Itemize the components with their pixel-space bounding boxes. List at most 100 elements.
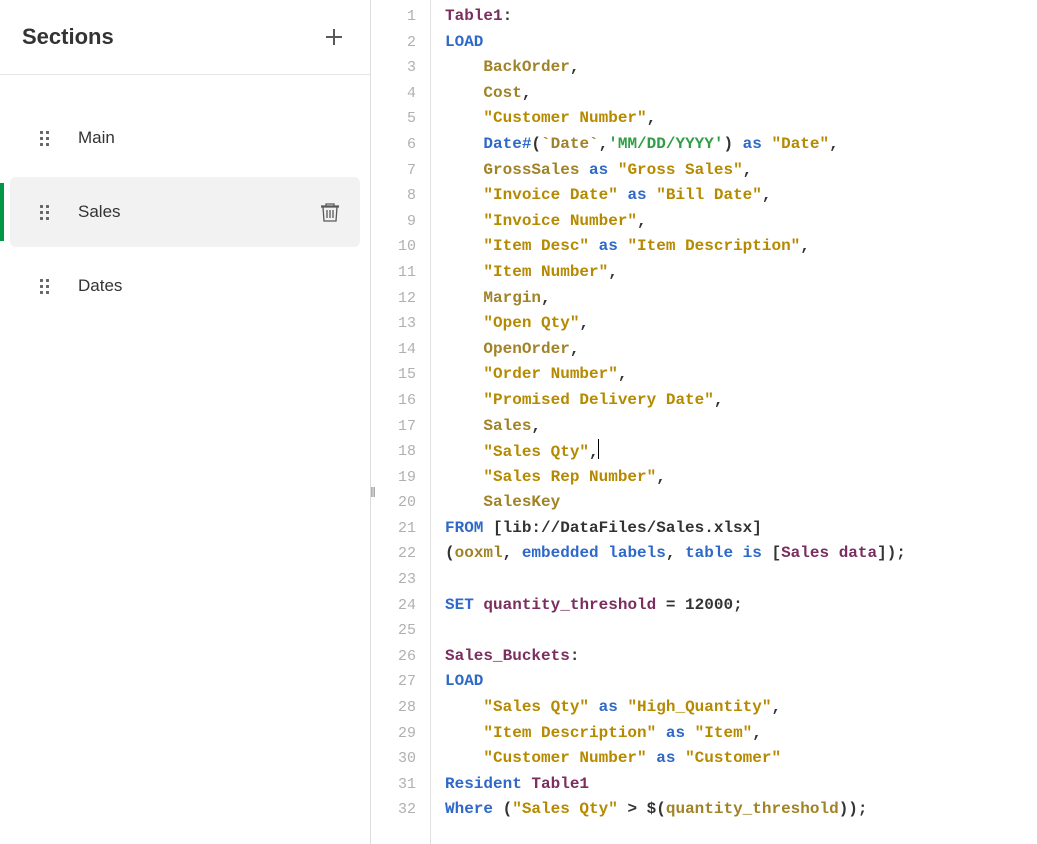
delete-section-button[interactable]	[320, 201, 340, 223]
code-token: ]);	[877, 544, 906, 562]
line-number: 12	[371, 286, 416, 312]
add-section-button[interactable]	[322, 25, 346, 49]
code-token: "Item Description"	[483, 724, 656, 742]
drag-handle-icon[interactable]	[40, 205, 56, 220]
code-token: 'MM/DD/YYYY'	[608, 135, 723, 153]
code-line[interactable]: Cost,	[445, 81, 906, 107]
code-line[interactable]: "Item Desc" as "Item Description",	[445, 234, 906, 260]
code-token: Resident	[445, 775, 522, 793]
code-line[interactable]: Sales,	[445, 414, 906, 440]
code-line[interactable]: LOAD	[445, 30, 906, 56]
code-token: (	[531, 135, 541, 153]
code-line[interactable]: "Customer Number" as "Customer"	[445, 746, 906, 772]
code-line[interactable]	[445, 567, 906, 593]
line-number: 25	[371, 618, 416, 644]
code-token: as	[656, 749, 675, 767]
trash-icon	[321, 202, 339, 222]
code-token	[445, 698, 483, 716]
code-token: ,	[743, 161, 753, 179]
section-item-label: Dates	[78, 276, 340, 296]
code-token: ,	[656, 468, 666, 486]
code-token: :	[570, 647, 580, 665]
code-line[interactable]: FROM [lib://DataFiles/Sales.xlsx]	[445, 516, 906, 542]
code-token: (	[493, 800, 512, 818]
line-number: 4	[371, 81, 416, 107]
code-token	[445, 314, 483, 332]
code-token	[445, 417, 483, 435]
code-token: "Customer Number"	[483, 109, 646, 127]
code-line[interactable]: "Item Description" as "Item",	[445, 721, 906, 747]
code-token: Sales	[483, 417, 531, 435]
line-number: 17	[371, 414, 416, 440]
code-token: ,	[570, 58, 580, 76]
code-line[interactable]: "Invoice Number",	[445, 209, 906, 235]
drag-handle-icon[interactable]	[40, 131, 56, 146]
line-number: 2	[371, 30, 416, 56]
code-token: ,	[762, 186, 772, 204]
section-item-dates[interactable]: Dates	[10, 251, 360, 321]
code-token	[445, 186, 483, 204]
code-area[interactable]: Table1:LOAD BackOrder, Cost, "Customer N…	[431, 0, 906, 844]
code-token: > $(	[618, 800, 666, 818]
code-line[interactable]: (ooxml, embedded labels, table is [Sales…	[445, 541, 906, 567]
code-token: ,	[647, 109, 657, 127]
line-number: 3	[371, 55, 416, 81]
code-line[interactable]: Resident Table1	[445, 772, 906, 798]
code-token	[445, 84, 483, 102]
line-number: 23	[371, 567, 416, 593]
code-token: embedded labels	[522, 544, 666, 562]
code-token: ,	[522, 84, 532, 102]
code-line[interactable]: SalesKey	[445, 490, 906, 516]
section-item-main[interactable]: Main	[10, 103, 360, 173]
code-token	[685, 724, 695, 742]
drag-handle-icon[interactable]	[40, 279, 56, 294]
line-number: 21	[371, 516, 416, 542]
section-item-sales[interactable]: Sales	[10, 177, 360, 247]
code-line[interactable]: "Sales Rep Number",	[445, 465, 906, 491]
sections-list: MainSales Dates	[0, 75, 370, 325]
code-line[interactable]: Margin,	[445, 286, 906, 312]
code-line[interactable]: Where ("Sales Qty" > $(quantity_threshol…	[445, 797, 906, 823]
code-line[interactable]: "Item Number",	[445, 260, 906, 286]
code-token: ,	[829, 135, 839, 153]
line-number: 20	[371, 490, 416, 516]
code-line[interactable]: GrossSales as "Gross Sales",	[445, 158, 906, 184]
code-line[interactable]: LOAD	[445, 669, 906, 695]
line-number: 27	[371, 669, 416, 695]
code-token: )	[723, 135, 742, 153]
code-line[interactable]: "Open Qty",	[445, 311, 906, 337]
code-line[interactable]: "Customer Number",	[445, 106, 906, 132]
code-token: "Sales Qty"	[483, 443, 589, 461]
line-number: 31	[371, 772, 416, 798]
script-editor[interactable]: 1234567891011121314151617181920212223242…	[370, 0, 1037, 844]
code-line[interactable]: Date#(`Date`,'MM/DD/YYYY') as "Date",	[445, 132, 906, 158]
code-token	[675, 749, 685, 767]
code-token: `Date`	[541, 135, 599, 153]
panel-splitter[interactable]: ‖	[370, 480, 376, 504]
code-token: "Invoice Number"	[483, 212, 637, 230]
code-token: ,	[608, 263, 618, 281]
code-line[interactable]	[445, 618, 906, 644]
code-token: [lib://DataFiles/Sales.xlsx]	[483, 519, 761, 537]
code-line[interactable]: "Sales Qty" as "High_Quantity",	[445, 695, 906, 721]
code-token: table is	[685, 544, 762, 562]
code-token: quantity_threshold	[483, 596, 656, 614]
code-line[interactable]: OpenOrder,	[445, 337, 906, 363]
code-line[interactable]: Sales_Buckets:	[445, 644, 906, 670]
code-token: "Item Number"	[483, 263, 608, 281]
code-token	[445, 391, 483, 409]
code-token: "Invoice Date"	[483, 186, 617, 204]
code-line[interactable]: "Order Number",	[445, 362, 906, 388]
code-token: SET	[445, 596, 474, 614]
code-token	[589, 698, 599, 716]
code-line[interactable]: "Sales Qty",	[445, 439, 906, 465]
code-line[interactable]: Table1:	[445, 4, 906, 30]
line-number: 1	[371, 4, 416, 30]
code-token: "Promised Delivery Date"	[483, 391, 713, 409]
code-line[interactable]: BackOrder,	[445, 55, 906, 81]
code-line[interactable]: SET quantity_threshold = 12000;	[445, 593, 906, 619]
code-token: Date#	[483, 135, 531, 153]
code-line[interactable]: "Promised Delivery Date",	[445, 388, 906, 414]
code-line[interactable]: "Invoice Date" as "Bill Date",	[445, 183, 906, 209]
line-number: 28	[371, 695, 416, 721]
